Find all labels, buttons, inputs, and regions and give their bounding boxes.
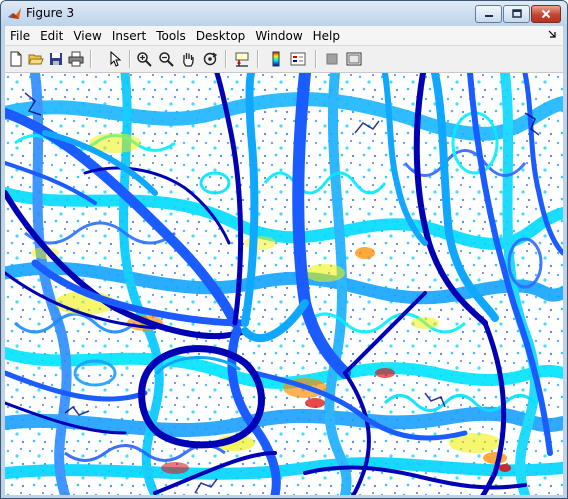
rotate-3d-button[interactable] — [201, 50, 219, 68]
minimize-icon — [484, 15, 493, 17]
edit-plot-button[interactable] — [106, 50, 124, 68]
hide-plot-tools-icon — [326, 53, 338, 65]
maximize-icon — [511, 9, 522, 18]
zoom-out-icon — [159, 52, 174, 67]
insert-colorbar-button[interactable] — [267, 50, 285, 68]
edit-plot-icon — [110, 51, 122, 67]
figure-window: Figure 3 File Edit View Insert Tools Des… — [0, 0, 568, 499]
close-button[interactable] — [531, 5, 561, 23]
minimize-button[interactable] — [475, 5, 502, 23]
menu-view[interactable]: View — [68, 29, 106, 43]
hide-plot-tools-button[interactable] — [323, 50, 341, 68]
new-figure-icon — [10, 51, 22, 67]
menu-help[interactable]: Help — [308, 29, 345, 43]
menu-file[interactable]: File — [5, 29, 35, 43]
toolbar-separator — [225, 50, 227, 68]
data-cursor-icon — [235, 52, 249, 67]
toolbar-separator — [315, 50, 317, 68]
dock-arrow-icon[interactable] — [547, 29, 557, 41]
menu-insert[interactable]: Insert — [107, 29, 151, 43]
save-button[interactable] — [47, 50, 65, 68]
insert-legend-button[interactable] — [289, 50, 307, 68]
title-bar[interactable]: Figure 3 — [1, 1, 567, 26]
menu-edit[interactable]: Edit — [35, 29, 68, 43]
open-file-icon — [28, 54, 44, 65]
matlab-logo-icon — [8, 8, 21, 19]
show-plot-tools-icon — [346, 52, 362, 66]
zoom-out-button[interactable] — [157, 50, 175, 68]
save-icon — [50, 53, 62, 65]
window-title: Figure 3 — [26, 6, 75, 20]
menu-tools[interactable]: Tools — [151, 29, 191, 43]
maximize-button[interactable] — [503, 5, 530, 23]
menu-bar: File Edit View Insert Tools Desktop Wind… — [5, 26, 563, 46]
rotate-3d-icon — [203, 52, 218, 66]
pan-button[interactable] — [179, 50, 197, 68]
toolbar-separator — [129, 50, 131, 68]
pan-icon — [183, 53, 194, 67]
print-icon — [68, 51, 84, 67]
zoom-in-icon — [137, 52, 152, 67]
show-plot-tools-button[interactable] — [345, 50, 363, 68]
menu-desktop[interactable]: Desktop — [191, 29, 251, 43]
legend-icon — [290, 52, 306, 66]
data-cursor-button[interactable] — [233, 50, 251, 68]
open-file-button[interactable] — [27, 50, 45, 68]
zoom-in-button[interactable] — [135, 50, 153, 68]
figure-axes[interactable] — [5, 73, 563, 495]
figure-toolbar — [5, 46, 563, 73]
print-button[interactable] — [67, 50, 85, 68]
toolbar-separator — [257, 50, 259, 68]
menu-window[interactable]: Window — [250, 29, 307, 43]
close-icon — [541, 9, 551, 19]
vessel-contour-plot[interactable] — [5, 73, 563, 495]
colorbar-icon — [272, 51, 280, 67]
toolbar-separator — [90, 50, 92, 68]
new-figure-button[interactable] — [7, 50, 25, 68]
